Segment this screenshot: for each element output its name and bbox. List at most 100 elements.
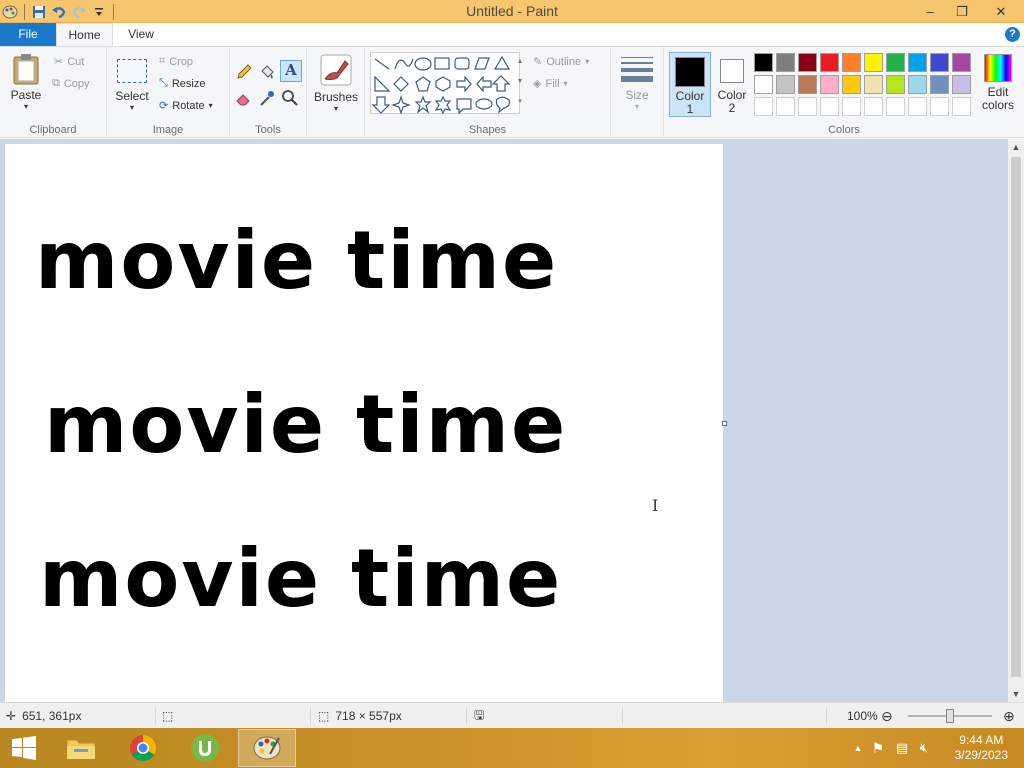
pencil-icon[interactable] — [235, 63, 255, 83]
start-button[interactable] — [0, 729, 48, 767]
customize-qat-icon[interactable] — [89, 2, 109, 22]
canvas-resize-handle-right[interactable] — [722, 421, 727, 426]
qat-separator — [113, 3, 114, 20]
crop-button[interactable]: ⌗ Crop — [159, 55, 193, 68]
show-hidden-icons-icon[interactable]: ▲ — [850, 743, 866, 753]
shapes-scroll[interactable]: ▲ ▼ ▾ — [514, 52, 526, 114]
palette-swatch[interactable] — [886, 75, 905, 94]
palette-swatch[interactable] — [820, 75, 839, 94]
palette-swatch[interactable] — [952, 75, 971, 94]
taskbar-paint[interactable] — [238, 729, 296, 767]
canvas-text-line-2: movie time — [44, 378, 568, 471]
scroll-thumb[interactable] — [1011, 157, 1021, 677]
outline-button[interactable]: ✎ Outline ▾ — [533, 55, 589, 69]
palette-swatch[interactable] — [776, 53, 795, 72]
palette-swatch[interactable] — [842, 75, 861, 94]
save-icon[interactable] — [29, 2, 49, 22]
palette-swatch[interactable] — [820, 53, 839, 72]
palette-swatch[interactable] — [754, 97, 773, 116]
volume-muted-icon[interactable]: 🔇︎ — [914, 740, 934, 756]
status-separator — [466, 707, 467, 725]
network-icon[interactable]: ▤ — [890, 740, 914, 756]
scroll-up-icon[interactable]: ▲ — [1008, 139, 1024, 155]
palette-swatch[interactable] — [930, 97, 949, 116]
action-center-flag-icon[interactable]: ⚑ — [866, 740, 890, 757]
magnifier-icon[interactable] — [281, 89, 301, 109]
redo-icon[interactable] — [69, 2, 89, 22]
drawing-canvas[interactable]: movie time movie time movie time — [5, 144, 723, 702]
palette-swatch[interactable] — [908, 75, 927, 94]
vertical-scrollbar[interactable]: ▲ ▼ — [1008, 139, 1024, 702]
tab-view[interactable]: View — [118, 23, 164, 46]
close-button[interactable]: ✕ — [978, 0, 1024, 23]
taskbar-chrome[interactable] — [114, 729, 172, 767]
palette-swatch[interactable] — [798, 75, 817, 94]
colors-group: Color 1 Color 2 Edit colors Colors — [664, 47, 1024, 138]
palette-swatch[interactable] — [798, 53, 817, 72]
canvas-text-line-1: movie time — [35, 214, 559, 307]
taskbar-file-explorer[interactable] — [52, 729, 110, 767]
color-picker-icon[interactable] — [258, 89, 278, 109]
zoom-out-icon[interactable]: ⊖ — [881, 703, 893, 729]
cut-label: Cut — [67, 55, 85, 68]
fill-button[interactable]: ◈ Fill ▾ — [533, 77, 568, 91]
palette-swatch[interactable] — [952, 53, 971, 72]
paste-label: Paste — [10, 88, 42, 102]
canvas-size-text: 718 × 557px — [335, 709, 402, 723]
text-icon[interactable]: A — [280, 60, 302, 82]
selection-size-icon: ⬚ — [162, 709, 174, 723]
undo-icon[interactable] — [49, 2, 69, 22]
palette-swatch[interactable] — [864, 75, 883, 94]
select-button[interactable]: Select ▾ — [113, 55, 151, 117]
palette-swatch[interactable] — [776, 97, 795, 116]
palette-swatch[interactable] — [864, 53, 883, 72]
clock-time: 9:44 AM — [959, 733, 1004, 747]
brushes-label: Brushes — [313, 90, 359, 104]
color1-label: Color — [675, 89, 705, 103]
scroll-down-icon[interactable]: ▼ — [1008, 686, 1024, 702]
palette-swatch[interactable] — [820, 97, 839, 116]
copy-button[interactable]: ⧉ Copy — [52, 77, 90, 90]
brushes-button[interactable]: Brushes ▾ — [311, 53, 361, 119]
tab-file[interactable]: File — [0, 23, 56, 46]
canvas-size: ⬚ 718 × 557px — [318, 703, 402, 729]
palette-swatch[interactable] — [842, 53, 861, 72]
cut-button[interactable]: ✂ Cut — [54, 55, 85, 69]
palette-swatch[interactable] — [886, 53, 905, 72]
taskbar-utorrent[interactable] — [176, 729, 234, 767]
color1-button[interactable]: Color 1 — [669, 52, 711, 117]
paint-app-icon[interactable] — [0, 2, 20, 22]
palette-swatch[interactable] — [798, 97, 817, 116]
taskbar-clock[interactable]: 9:44 AM 3/29/2023 — [955, 733, 1008, 763]
eraser-icon[interactable] — [235, 89, 255, 109]
palette-swatch[interactable] — [908, 97, 927, 116]
palette-swatch[interactable] — [776, 75, 795, 94]
help-icon[interactable]: ? — [1005, 27, 1020, 42]
palette-swatch[interactable] — [886, 97, 905, 116]
zoom-slider-thumb[interactable] — [946, 709, 954, 723]
windows-logo-icon — [12, 736, 36, 760]
resize-button[interactable]: ⤡ Resize — [159, 77, 205, 90]
maximize-button[interactable]: ❐ — [946, 0, 978, 23]
palette-swatch[interactable] — [952, 97, 971, 116]
zoom-in-icon[interactable]: ⊕ — [1003, 703, 1015, 729]
palette-swatch[interactable] — [930, 53, 949, 72]
palette-swatch[interactable] — [908, 53, 927, 72]
clock-date: 3/29/2023 — [954, 748, 1008, 762]
edit-colors-button[interactable]: Edit colors — [976, 52, 1020, 118]
color2-button[interactable]: Color 2 — [712, 52, 752, 117]
tab-home[interactable]: Home — [56, 23, 113, 47]
paste-button[interactable]: Paste ▾ — [6, 53, 46, 119]
canvas-workspace: movie time movie time movie time I — [0, 139, 1008, 702]
fill-bucket-icon[interactable] — [258, 63, 278, 83]
size-button[interactable]: Size ▾ — [617, 55, 657, 117]
palette-swatch[interactable] — [842, 97, 861, 116]
palette-swatch[interactable] — [754, 75, 773, 94]
text-cursor-icon: I — [652, 496, 659, 515]
brushes-group: Brushes ▾ — [307, 47, 365, 138]
palette-swatch[interactable] — [864, 97, 883, 116]
minimize-button[interactable]: – — [914, 0, 946, 23]
palette-swatch[interactable] — [754, 53, 773, 72]
rotate-button[interactable]: ⟳ Rotate ▾ — [159, 99, 213, 113]
palette-swatch[interactable] — [930, 75, 949, 94]
